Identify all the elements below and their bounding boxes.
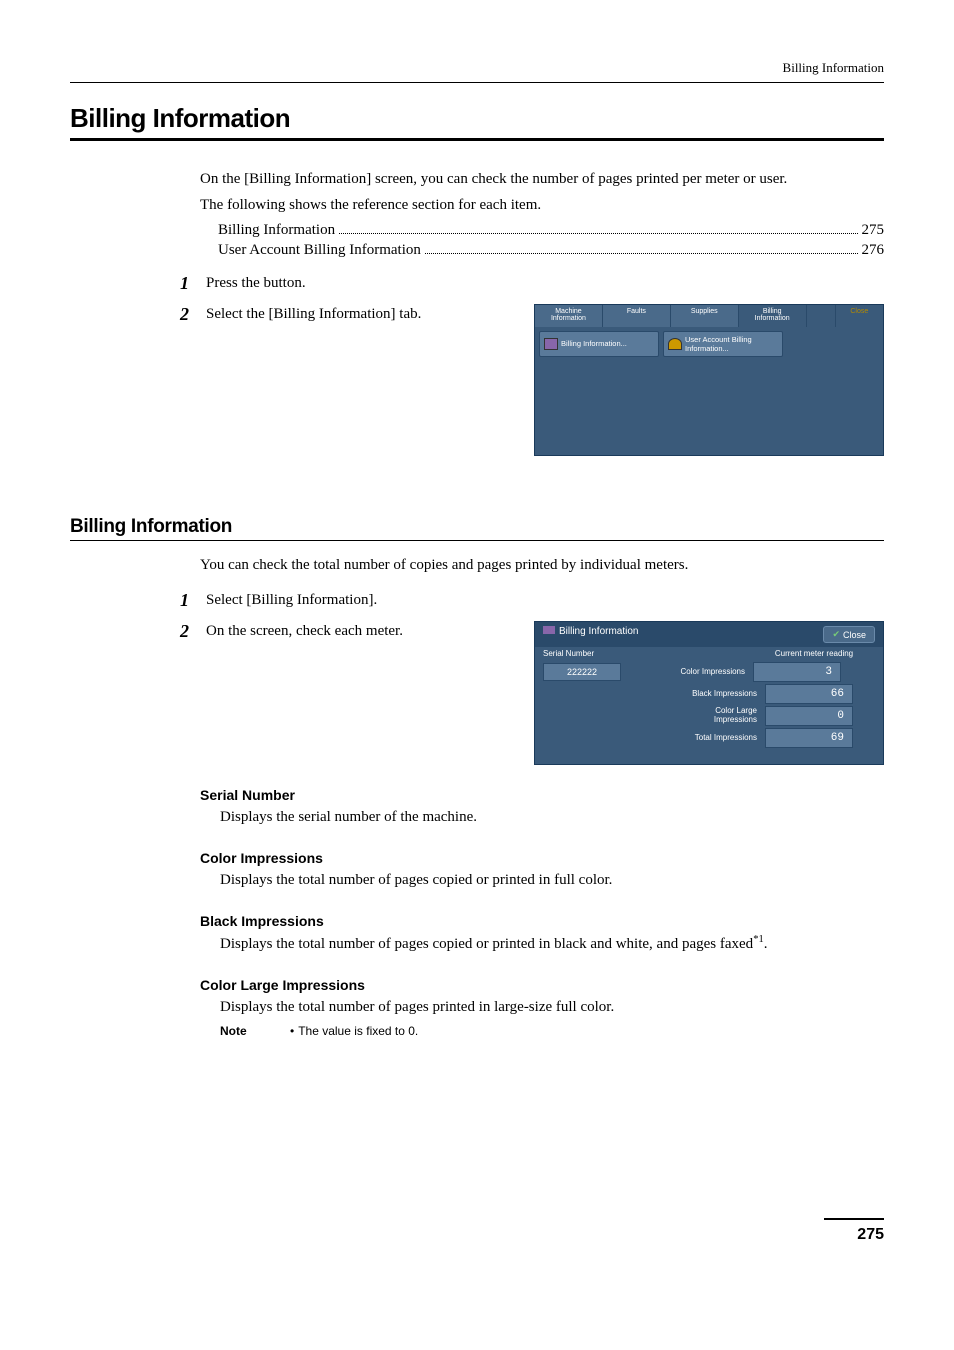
toc-leader-dots (425, 241, 858, 254)
ss-title: Billing Information (543, 626, 638, 643)
step-number: 1 (180, 590, 206, 611)
step-text: Select [Billing Information]. (206, 590, 884, 609)
person-icon (668, 338, 682, 350)
item-body: Displays the total number of pages print… (220, 997, 884, 1018)
step-number: 1 (180, 273, 206, 294)
heavy-rule (70, 138, 884, 141)
ss-meter-value: 69 (765, 728, 853, 748)
ss-meter-row: Color LargeImpressions0 (543, 706, 875, 726)
ss-meter-row: 222222 Color Impressions 3 (543, 662, 875, 682)
bullet-icon: • (290, 1024, 294, 1038)
ss-tab[interactable]: MachineInformation (535, 305, 603, 327)
ss-tab[interactable]: Faults (603, 305, 671, 327)
toc-row: User Account Billing Information 276 (218, 241, 884, 259)
intro-para-2: The following shows the reference sectio… (200, 195, 884, 217)
item-heading: Color Impressions (200, 850, 884, 866)
toc-page: 275 (862, 222, 885, 239)
ss-meter-value: 0 (765, 706, 853, 726)
item-body: Displays the total number of pages copie… (220, 870, 884, 891)
meter-icon (544, 338, 558, 350)
item-body: Displays the total number of pages copie… (220, 933, 884, 955)
ss-billing-info-btn[interactable]: Billing Information... (539, 331, 659, 357)
running-header: Billing Information (70, 60, 884, 76)
page-number: 275 (824, 1218, 884, 1244)
item-heading: Color Large Impressions (200, 977, 884, 993)
step-number: 2 (180, 621, 206, 642)
ss-meter-value: 3 (753, 662, 841, 682)
ss-header-serial: Serial Number (543, 649, 633, 658)
ss-meter-label: Black Impressions (637, 690, 761, 699)
ss-user-account-btn[interactable]: User Account BillingInformation... (663, 331, 783, 357)
sub-intro: You can check the total number of copies… (200, 555, 884, 577)
toc-label: User Account Billing Information (218, 242, 421, 259)
ss-tab-spacer (807, 305, 836, 327)
sub-heading: Billing Information (70, 516, 884, 538)
top-rule (70, 82, 884, 83)
ss-meter-row: Total Impressions 69 (543, 728, 875, 748)
footnote-ref: *1 (753, 934, 764, 945)
check-icon: ✔ (832, 629, 840, 640)
step-text: Select the [Billing Information] tab. (206, 304, 514, 323)
ss-tab[interactable]: BillingInformation (739, 305, 807, 327)
note-row: Note•The value is fixed to 0. (220, 1024, 884, 1038)
note-label: Note (220, 1024, 290, 1038)
meter-icon (543, 626, 555, 634)
step-number: 2 (180, 304, 206, 325)
main-heading: Billing Information (70, 103, 884, 134)
step-text: Press the button. (206, 273, 884, 292)
ss-close-btn[interactable]: ✔Close (823, 626, 875, 643)
intro-para-1: On the [Billing Information] screen, you… (200, 169, 884, 191)
sub-rule (70, 540, 884, 541)
toc-page: 276 (862, 242, 885, 259)
toc-leader-dots (339, 221, 857, 234)
ss-meter-value: 66 (765, 684, 853, 704)
ss-meter-label: Color LargeImpressions (637, 707, 761, 725)
step-text: On the screen, check each meter. (206, 621, 514, 640)
ss-meter-row: Black Impressions 66 (543, 684, 875, 704)
ss-meter-label: Total Impressions (637, 734, 761, 743)
note-text: •The value is fixed to 0. (290, 1024, 418, 1038)
ss-header-reading: Current meter reading (753, 649, 875, 658)
ss-serial-value: 222222 (543, 663, 621, 681)
ss-meter-label: Color Impressions (625, 668, 749, 677)
item-body: Displays the serial number of the machin… (220, 807, 884, 828)
toc-label: Billing Information (218, 222, 335, 239)
screenshot-billing-tabs: MachineInformationFaultsSuppliesBillingI… (534, 304, 884, 456)
screenshot-billing-details: Billing Information ✔Close Serial Number Cu… (534, 621, 884, 765)
item-heading: Serial Number (200, 787, 884, 803)
toc-row: Billing Information 275 (218, 221, 884, 239)
item-heading: Black Impressions (200, 913, 884, 929)
ss-tab[interactable]: Supplies (671, 305, 739, 327)
ss-close[interactable]: Close (836, 305, 883, 327)
